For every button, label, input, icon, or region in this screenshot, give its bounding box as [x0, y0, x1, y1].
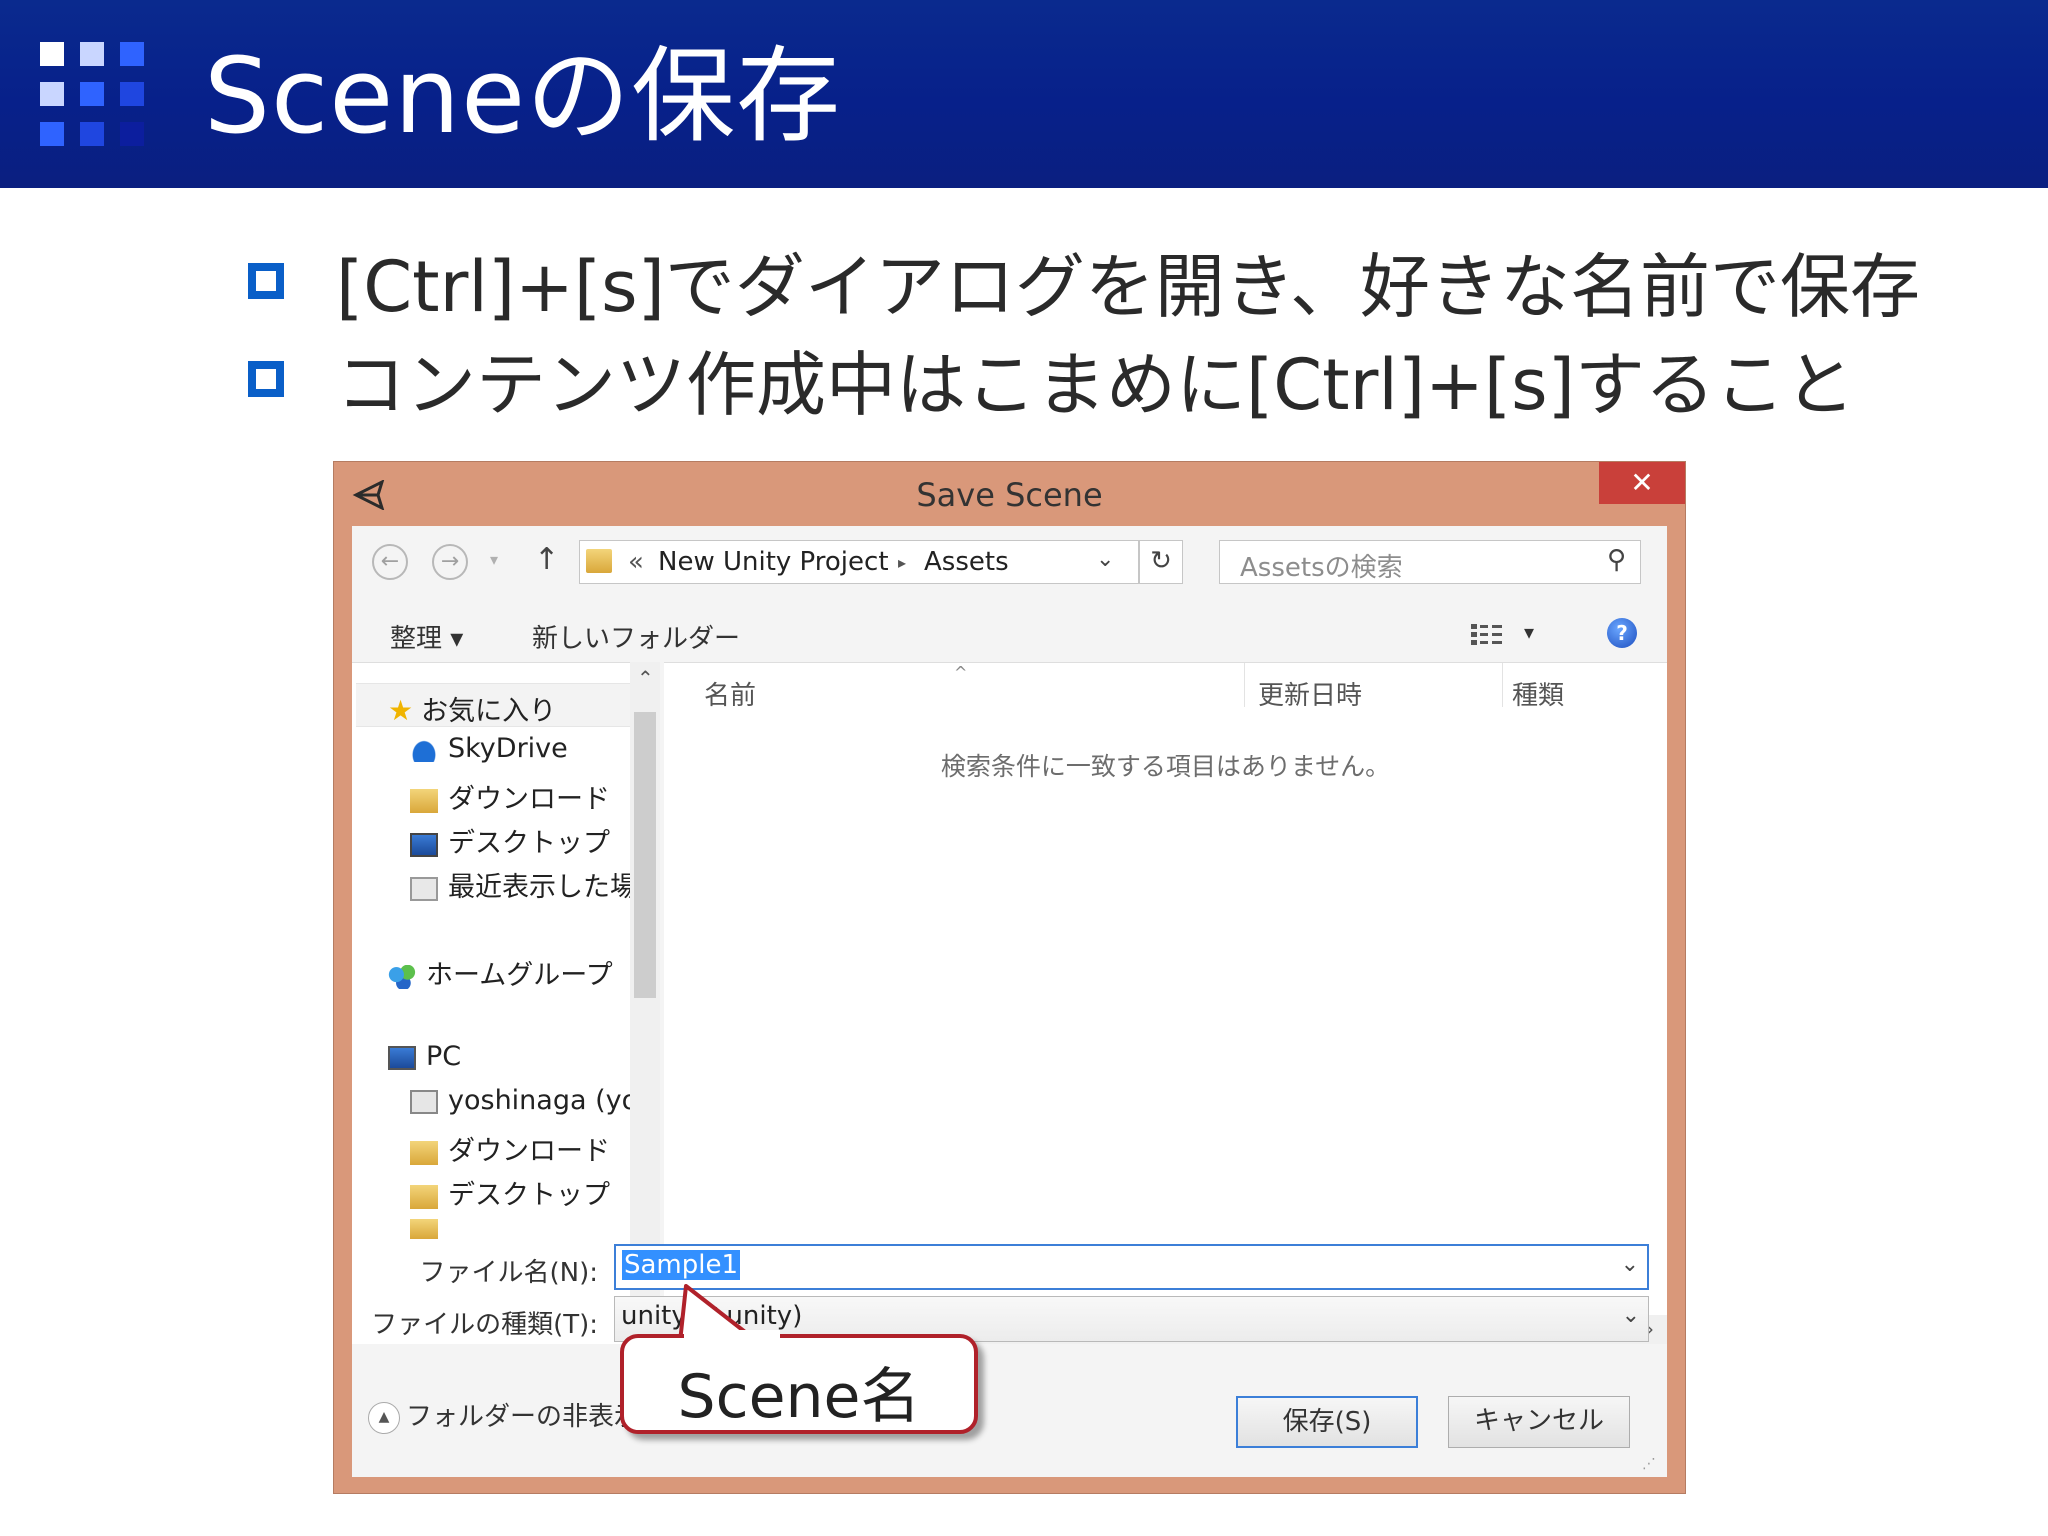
folder-icon: [586, 549, 612, 573]
resize-grip-icon[interactable]: ⋰: [1642, 1456, 1656, 1472]
square-bullet-icon: [248, 361, 284, 397]
desktop-folder-icon: [410, 1184, 438, 1209]
callout-joint: [684, 1330, 780, 1340]
bullet-text: コンテンツ作成中はこまめに[Ctrl]+[s]すること: [336, 343, 1855, 426]
nav-label: ダウンロード: [448, 1136, 610, 1167]
slide-header: Sceneの保存: [0, 0, 2048, 188]
address-bar[interactable]: « New Unity Project ▸ Assets ⌄: [579, 540, 1139, 584]
nav-pc-desktop[interactable]: デスクトップ: [410, 1173, 610, 1212]
cloud-icon: [410, 737, 438, 762]
save-scene-dialog: Save Scene ✕ ← → ▾ ↑ « New Unity Project…: [333, 461, 1686, 1494]
search-placeholder: Assetsの検索: [1240, 553, 1403, 583]
homegroup-icon: [388, 964, 416, 989]
nav-label: yoshinaga (yo: [448, 1085, 630, 1116]
filename-label: ファイル名(N):: [419, 1258, 599, 1288]
downloads-folder-icon: [410, 1140, 438, 1165]
grid-logo-icon: [40, 42, 150, 150]
nav-favorites-label: お気に入り: [421, 696, 557, 727]
column-header-modified[interactable]: 更新日時: [1258, 675, 1362, 712]
bullet-item: コンテンツ作成中はこまめに[Ctrl]+[s]すること: [248, 334, 1855, 426]
nav-desktop[interactable]: デスクトップ: [410, 821, 610, 860]
view-options-icon[interactable]: [1470, 622, 1504, 648]
chevron-down-icon[interactable]: ⌄: [1622, 1303, 1640, 1328]
nav-pc-downloads[interactable]: ダウンロード: [410, 1129, 610, 1168]
nav-downloads[interactable]: ダウンロード: [410, 777, 610, 816]
empty-message: 検索条件に一致する項目はありません。: [940, 752, 1391, 781]
search-input[interactable]: Assetsの検索 ⚲: [1219, 540, 1641, 584]
nav-skydrive[interactable]: SkyDrive: [410, 733, 568, 764]
bullet-item: [Ctrl]+[s]でダイアログを開き、好きな名前で保存: [248, 236, 1920, 328]
filetype-label: ファイルの種類(T):: [371, 1310, 598, 1340]
hide-folders-toggle[interactable]: ▲ フォルダーの非表示: [368, 1396, 640, 1434]
column-separator: [1502, 663, 1503, 707]
recent-locations-icon[interactable]: ▾: [490, 550, 498, 569]
callout-box: Scene名: [620, 1334, 978, 1434]
nav-label: デスクトップ: [448, 828, 610, 859]
nav-user-folder[interactable]: yoshinaga (yo: [410, 1085, 630, 1116]
breadcrumb-new-unity-project[interactable]: New Unity Project: [658, 547, 889, 577]
collapse-up-icon: ▲: [368, 1401, 400, 1434]
network-drive-icon: [410, 1089, 438, 1114]
nav-pc[interactable]: PC: [388, 1041, 461, 1072]
dialog-title: Save Scene: [916, 476, 1103, 514]
hide-folders-label: フォルダーの非表示: [406, 1402, 641, 1432]
nav-label: ダウンロード: [448, 784, 610, 815]
bullet-text: [Ctrl]+[s]でダイアログを開き、好きな名前で保存: [336, 245, 1921, 328]
dialog-body: ← → ▾ ↑ « New Unity Project ▸ Assets ⌄ ↻…: [352, 526, 1667, 1477]
slide-title: Sceneの保存: [204, 35, 842, 157]
nav-label: 最近表示した場所: [448, 872, 630, 903]
refresh-icon[interactable]: ↻: [1139, 540, 1183, 584]
nav-homegroup[interactable]: ホームグループ: [388, 953, 613, 992]
chevron-down-icon[interactable]: ⌄: [1621, 1252, 1639, 1277]
nav-favorites[interactable]: ★ お気に入り: [388, 689, 556, 728]
nav-label: PC: [426, 1041, 462, 1072]
column-header-type[interactable]: 種類: [1512, 675, 1564, 712]
view-dropdown-icon[interactable]: ▾: [1524, 620, 1534, 644]
callout-text: Scene名: [677, 1362, 921, 1432]
downloads-folder-icon: [410, 788, 438, 813]
recent-places-icon: [410, 876, 438, 901]
star-icon: ★: [388, 694, 414, 727]
desktop-icon: [410, 832, 438, 857]
nav-label: SkyDrive: [448, 733, 568, 764]
nav-label: デスクトップ: [448, 1180, 610, 1211]
back-icon[interactable]: ←: [372, 544, 408, 580]
breadcrumb-overflow[interactable]: «: [628, 547, 644, 577]
column-header-name[interactable]: 名前: [704, 675, 756, 712]
search-icon[interactable]: ⚲: [1607, 545, 1626, 575]
breadcrumb-assets[interactable]: Assets: [924, 547, 1009, 577]
nav-label: ホームグループ: [426, 960, 613, 991]
computer-icon: [388, 1045, 416, 1070]
save-button[interactable]: 保存(S): [1236, 1396, 1418, 1448]
sort-ascending-icon: ^: [954, 663, 968, 682]
cancel-button[interactable]: キャンセル: [1448, 1396, 1630, 1448]
address-dropdown-icon[interactable]: ⌄: [1096, 547, 1114, 572]
up-arrow-icon[interactable]: ↑: [534, 542, 559, 577]
breadcrumb-separator-icon: ▸: [898, 553, 907, 572]
nav-scrollbar-thumb[interactable]: [634, 712, 656, 998]
column-separator: [1244, 663, 1245, 707]
navigation-pane: ★お気に入り SkyDrive ダウンロード デスクトップ 最近表示した場所 ホ…: [352, 662, 630, 1344]
square-bullet-icon: [248, 263, 284, 299]
new-folder-button[interactable]: 新しいフォルダー: [532, 618, 740, 655]
close-button[interactable]: ✕: [1599, 462, 1685, 504]
nav-recent-places[interactable]: 最近表示した場所: [410, 865, 630, 904]
help-icon[interactable]: ?: [1607, 618, 1637, 648]
forward-icon[interactable]: →: [432, 544, 468, 580]
folder-icon: [410, 1219, 438, 1239]
file-list: 名前 ^ 更新日時 種類 検索条件に一致する項目はありません。 ‹ ›: [664, 662, 1667, 1344]
organize-button[interactable]: 整理 ▾: [390, 618, 463, 655]
scroll-up-icon[interactable]: ⌃: [637, 666, 654, 690]
